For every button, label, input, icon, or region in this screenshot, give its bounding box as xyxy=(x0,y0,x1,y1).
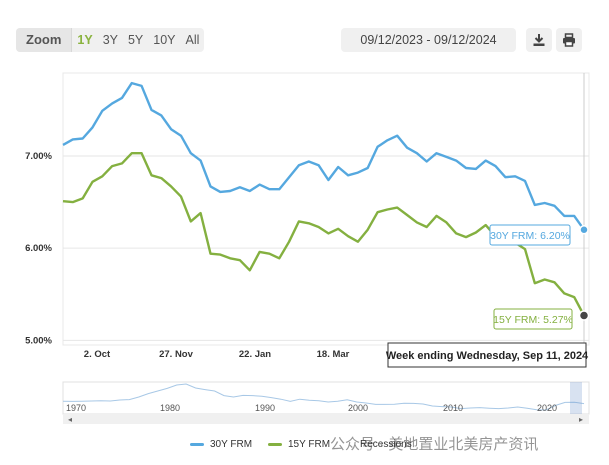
data-label-15y-frm: 15Y FRM: 5.27% xyxy=(493,308,573,330)
scroll-right-icon[interactable]: ▸ xyxy=(579,415,583,424)
legend-item-30y-frm[interactable]: 30Y FRM xyxy=(190,438,252,452)
data-label-30y-frm: 30Y FRM: 6.20% xyxy=(489,224,571,246)
y-tick-label: 6.00% xyxy=(25,243,52,254)
range-navigator[interactable]: 1970 1980 1990 2000 2010 2020 ◂ ▸ xyxy=(62,381,590,424)
legend-label-15y: 15Y FRM xyxy=(288,439,331,450)
navigator-tick-label: 1980 xyxy=(160,403,180,413)
navigator-tick-label: 1990 xyxy=(255,403,275,413)
x-tick-label: 2. Oct xyxy=(84,349,111,360)
navigator-tick-label: 2010 xyxy=(443,403,463,413)
series-endpoint-30y-frm xyxy=(579,224,589,235)
legend-item-15y-frm[interactable]: 15Y FRM xyxy=(268,438,330,452)
svg-text:30Y FRM: 6.20%: 30Y FRM: 6.20% xyxy=(490,230,570,242)
navigator-tick-label: 2000 xyxy=(348,403,368,413)
scroll-left-icon[interactable]: ◂ xyxy=(68,415,72,424)
plot-area xyxy=(62,72,590,346)
x-tick-label: 22. Jan xyxy=(239,349,271,360)
x-tick-label: 18. Mar xyxy=(317,349,350,360)
navigator-tick-label: 1970 xyxy=(66,403,86,413)
navigator-tick-label: 2020 xyxy=(537,403,557,413)
y-tick-label: 7.00% xyxy=(25,151,52,162)
mortgage-rate-chart: 7.00% 6.00% 5.00% 2. Oct 27. Nov 22. Jan 18. … xyxy=(25,72,590,424)
y-tick-label: 5.00% xyxy=(25,335,52,346)
watermark: 公众号 · 美地置业北美房产资讯 xyxy=(330,436,539,453)
navigator-scrollbar[interactable] xyxy=(63,414,589,424)
legend-label-30y: 30Y FRM xyxy=(210,439,253,450)
navigator-selection[interactable] xyxy=(570,382,582,414)
svg-text:Week ending Wednesday, Sep 11,: Week ending Wednesday, Sep 11, 2024 xyxy=(386,350,589,362)
x-tick-label: 27. Nov xyxy=(159,349,194,360)
series-endpoint-15y-frm xyxy=(578,310,590,321)
legend-swatch-15y xyxy=(268,442,282,446)
hover-tooltip: Week ending Wednesday, Sep 11, 2024 xyxy=(386,342,589,368)
svg-text:15Y FRM: 5.27%: 15Y FRM: 5.27% xyxy=(493,314,573,326)
legend-swatch-30y xyxy=(190,442,204,446)
